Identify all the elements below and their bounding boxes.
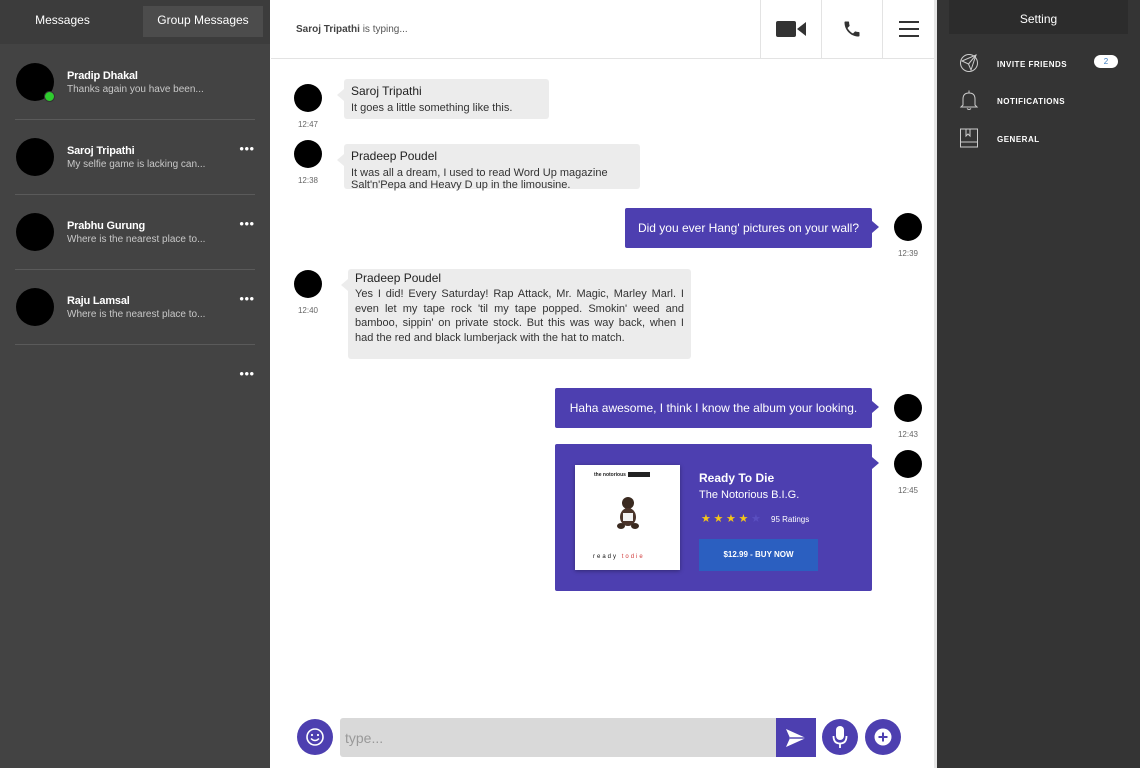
settings-item-general[interactable]: GENERAL <box>959 127 1129 151</box>
album-cover-subtitle: ready todie <box>593 554 645 560</box>
outgoing-message: Haha awesome, I think I know the album y… <box>555 388 879 428</box>
emoji-button[interactable] <box>297 719 333 755</box>
menu-button[interactable] <box>882 0 934 58</box>
contact-name: Pradip Dhakal <box>67 70 138 82</box>
settings-item-label: GENERAL <box>997 135 1040 144</box>
settings-item-label: INVITE FRIENDS <box>997 60 1068 69</box>
typing-indicator: Saroj Tripathi is typing... <box>296 24 408 35</box>
star-filled-icon: ★ <box>701 513 711 525</box>
send-icon <box>786 728 806 747</box>
star-filled-icon: ★ <box>713 513 724 525</box>
contact-name: Prabhu Gurung <box>67 220 146 232</box>
user-avatar <box>894 394 922 422</box>
chat-header: Saroj Tripathi is typing... <box>271 0 934 59</box>
message-text: It was all a dream, I used to read Word … <box>351 167 608 191</box>
incoming-message: Saroj Tripathi It goes a little somethin… <box>337 79 549 119</box>
baby-photo-icon <box>617 497 639 529</box>
message-sender: Pradeep Poudel <box>355 271 442 285</box>
message-time: 12:47 <box>297 120 319 129</box>
sidebar-tabs: Messages Group Messages <box>0 0 270 44</box>
bell-icon <box>959 90 979 110</box>
avatar <box>16 138 54 176</box>
star-filled-icon: ★ <box>726 513 736 525</box>
send-button[interactable] <box>776 718 816 757</box>
contact-preview: Where is the nearest place to... <box>67 309 206 320</box>
voice-call-button[interactable] <box>821 0 882 58</box>
ellipsis-icon[interactable]: ••• <box>239 367 255 383</box>
contact-saroj-tripathi[interactable]: Saroj Tripathi My selfie game is lacking… <box>15 120 255 195</box>
contact-name: Raju Lamsal <box>67 295 130 307</box>
message-text: Yes I did! Every Saturday! Rap Attack, M… <box>355 288 684 344</box>
plus-icon <box>874 728 892 746</box>
user-avatar <box>894 450 922 478</box>
settings-title: Setting <box>949 0 1128 34</box>
settings-panel: Setting INVITE FRIENDS 2 NOTIFICATIONS G… <box>937 0 1140 768</box>
invite-icon <box>960 54 978 72</box>
typing-suffix: is typing... <box>362 24 408 35</box>
contact-pradip-dhakal[interactable]: Pradip Dhakal Thanks again you have been… <box>15 45 255 120</box>
settings-item-invite-friends[interactable]: INVITE FRIENDS 2 <box>959 52 1129 76</box>
microphone-icon <box>832 726 848 748</box>
message-time: 12:45 <box>897 486 919 495</box>
album-cover-title: the notorious <box>594 472 650 478</box>
emoji-icon <box>306 728 324 746</box>
avatar <box>16 288 54 326</box>
star-filled-icon: ★ <box>738 513 749 525</box>
contact-preview: Where is the nearest place to... <box>67 234 206 245</box>
incoming-message: Pradeep Poudel Yes I did! Every Saturday… <box>341 269 691 359</box>
typing-name: Saroj Tripathi <box>296 24 360 35</box>
album-cover[interactable]: the notorious ready todie <box>575 465 680 570</box>
message-sender: Saroj Tripathi <box>351 84 422 98</box>
message-time: 12:38 <box>297 176 319 185</box>
settings-item-label: NOTIFICATIONS <box>997 97 1066 106</box>
message-input[interactable] <box>340 718 778 757</box>
incoming-message: Pradeep Poudel It was all a dream, I use… <box>337 144 640 191</box>
message-time: 12:43 <box>897 430 919 439</box>
rating-stars: ★ ★ ★ ★ ★ <box>701 513 763 525</box>
conversation-sidebar: Messages Group Messages Pradip Dhakal Th… <box>0 0 270 768</box>
ratings-count: 95 Ratings <box>771 515 810 524</box>
outgoing-message: Did you ever Hang' pictures on your wall… <box>625 208 879 248</box>
voice-message-button[interactable] <box>822 719 858 755</box>
message-text: Did you ever Hang' pictures on your wall… <box>637 221 860 235</box>
ellipsis-icon[interactable]: ••• <box>239 292 255 308</box>
contact-prabhu-gurung[interactable]: Prabhu Gurung Where is the nearest place… <box>15 195 255 270</box>
buy-now-button[interactable]: $12.99 - BUY NOW <box>699 539 818 571</box>
online-status-dot <box>44 91 55 102</box>
sender-avatar <box>294 84 322 112</box>
album-title: Ready To Die <box>699 471 775 485</box>
settings-item-notifications[interactable]: NOTIFICATIONS <box>959 89 1129 113</box>
message-time: 12:40 <box>297 306 319 315</box>
contact-raju-lamsal[interactable]: Raju Lamsal Where is the nearest place t… <box>15 270 255 345</box>
user-avatar <box>894 213 922 241</box>
avatar <box>16 213 54 251</box>
ellipsis-icon[interactable]: ••• <box>239 142 255 158</box>
star-empty-icon: ★ <box>751 513 761 525</box>
phone-icon <box>844 21 860 37</box>
invite-count-badge: 2 <box>1094 55 1118 68</box>
sender-avatar <box>294 270 322 298</box>
message-text: It goes a little something like this. <box>351 102 513 114</box>
contact-preview: Thanks again you have been... <box>67 84 204 95</box>
contact-preview: My selfie game is lacking can... <box>67 159 206 170</box>
attach-button[interactable] <box>865 719 901 755</box>
video-call-button[interactable] <box>760 0 821 58</box>
contact-name: Saroj Tripathi <box>67 145 135 157</box>
message-text: Haha awesome, I think I know the album y… <box>569 401 858 415</box>
message-time: 12:39 <box>897 249 919 258</box>
tab-messages[interactable]: Messages <box>0 6 125 37</box>
album-card-message: the notorious ready todie Ready To Die T… <box>555 444 879 591</box>
sender-avatar <box>294 140 322 168</box>
ellipsis-icon[interactable]: ••• <box>239 217 255 233</box>
video-camera-icon <box>776 21 806 37</box>
book-icon <box>960 128 978 148</box>
album-artist: The Notorious B.I.G. <box>699 489 800 501</box>
hamburger-menu-icon <box>898 21 919 37</box>
message-sender: Pradeep Poudel <box>351 149 438 163</box>
tab-group-messages[interactable]: Group Messages <box>143 6 263 37</box>
